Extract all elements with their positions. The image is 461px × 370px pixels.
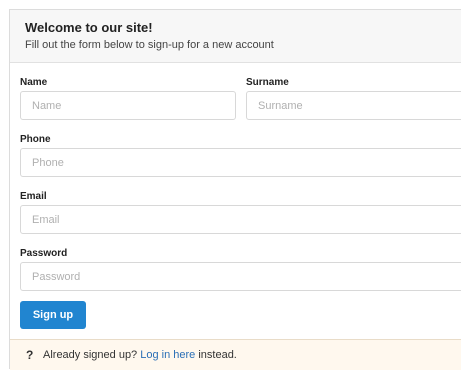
login-link[interactable]: Log in here <box>140 349 195 361</box>
page-title: Welcome to our site! <box>25 20 153 35</box>
phone-input[interactable] <box>20 148 461 177</box>
phone-label: Phone <box>20 134 51 145</box>
login-prompt-suffix: instead. <box>195 349 237 361</box>
surname-input[interactable] <box>246 91 461 120</box>
login-prompt-prefix: Already signed up? <box>43 349 141 361</box>
login-prompt: ? Already signed up? Log in here instead… <box>10 339 461 370</box>
page-subtitle: Fill out the form below to sign-up for a… <box>25 39 274 51</box>
signup-button[interactable]: Sign up <box>20 301 86 329</box>
question-mark-icon: ? <box>26 348 34 362</box>
password-label: Password <box>20 248 68 259</box>
name-input[interactable] <box>20 91 236 120</box>
card-header: Welcome to our site! Fill out the form b… <box>10 10 461 63</box>
login-prompt-text: Already signed up? Log in here instead. <box>43 349 237 361</box>
email-label: Email <box>20 191 47 202</box>
email-input[interactable] <box>20 205 461 234</box>
name-label: Name <box>20 77 48 88</box>
signup-card: Welcome to our site! Fill out the form b… <box>9 9 461 370</box>
surname-label: Surname <box>246 77 289 88</box>
password-input[interactable] <box>20 262 461 291</box>
